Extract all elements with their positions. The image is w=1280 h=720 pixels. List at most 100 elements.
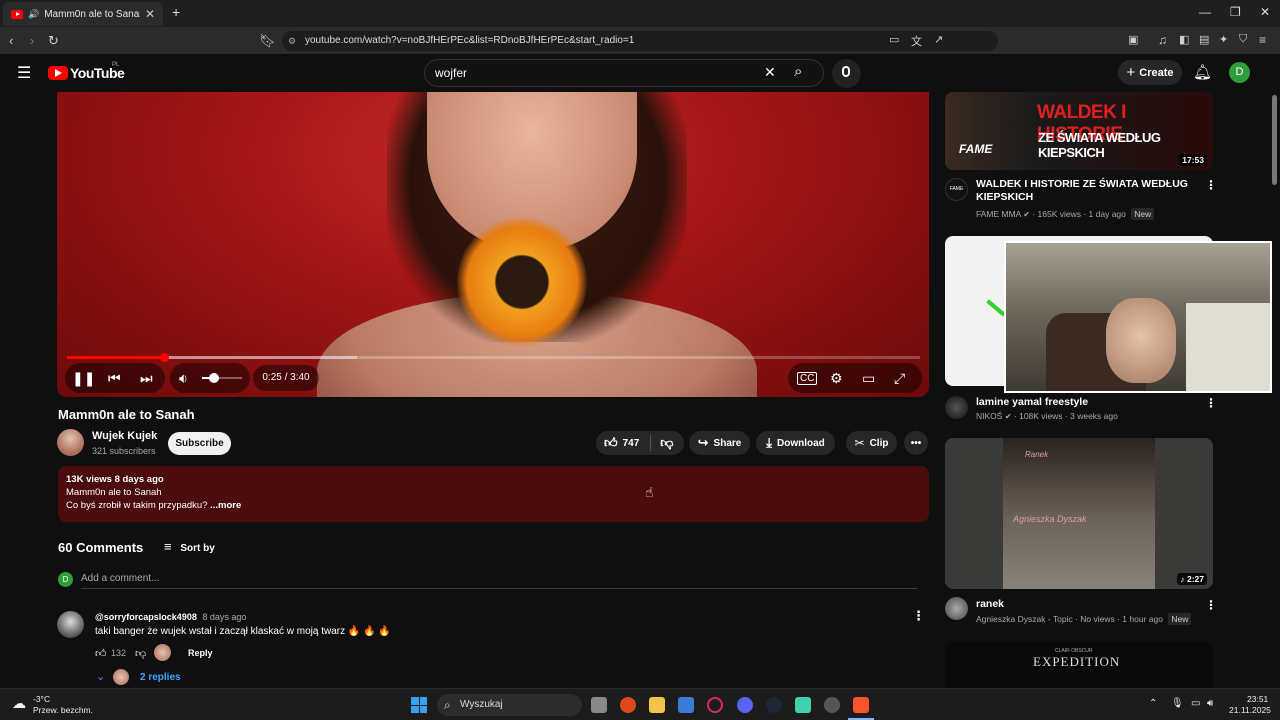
app-icon-teal[interactable] — [795, 697, 811, 713]
rec-channel[interactable]: NIKOŚ — [976, 411, 1002, 421]
back-icon[interactable]: ‹ — [9, 33, 13, 48]
task-view-icon[interactable] — [591, 697, 607, 713]
site-info-icon[interactable]: ⚙︎ — [288, 31, 296, 51]
volume-knob[interactable] — [209, 373, 219, 383]
reload-icon[interactable]: ↻ — [48, 33, 59, 49]
app-icon-orange[interactable] — [620, 697, 636, 713]
search-box[interactable]: wojfer ✕ ⌕ — [424, 59, 824, 87]
next-icon[interactable]: ⏭︎ — [140, 370, 153, 387]
rec-channel-avatar[interactable]: FAME — [945, 178, 968, 201]
volume-icon[interactable]: 🔉︎ — [179, 370, 188, 387]
minimize-icon[interactable]: — — [1199, 5, 1211, 19]
comment-kebab-icon[interactable]: ⋮ — [912, 608, 925, 624]
voice-search-button[interactable] — [832, 59, 861, 88]
like-count[interactable]: 747 — [623, 438, 640, 449]
scrubber-handle[interactable] — [160, 353, 170, 362]
steam-icon[interactable] — [766, 697, 782, 713]
music-icon[interactable]: ♫ — [1158, 33, 1167, 47]
comment-author-avatar[interactable] — [57, 611, 84, 638]
like-thumb-icon[interactable]: 👍︎ — [604, 435, 618, 451]
fullscreen-icon[interactable]: ⤢ — [894, 370, 905, 387]
tray-chevron-up-icon[interactable]: ⌃ — [1149, 698, 1157, 709]
app-icon-gray[interactable] — [824, 697, 840, 713]
taskbar-search[interactable]: ⌕ Wyszukaj — [437, 694, 582, 716]
captions-icon[interactable]: CC — [797, 372, 818, 385]
rec-kebab-icon[interactable]: ⋮ — [1205, 396, 1217, 410]
rec-title[interactable]: WALDEK I HISTORIE ZE ŚWIATA WEDŁUG KIEPS… — [976, 178, 1191, 204]
chevron-down-icon[interactable]: ⌄ — [96, 670, 105, 683]
rec-title[interactable]: lamine yamal freestyle — [976, 396, 1191, 409]
download-button[interactable]: ⤓ Download — [756, 431, 835, 455]
page-scrollbar[interactable] — [1272, 95, 1277, 185]
rec-channel[interactable]: Agnieszka Dyszak - Topic — [976, 614, 1073, 624]
hamburger-menu-icon[interactable]: ☰ — [17, 63, 31, 83]
replies-toggle[interactable]: 2 replies — [140, 672, 181, 683]
microphone-tray-icon[interactable]: 🎙︎ — [1171, 698, 1184, 709]
opera-gx-icon[interactable] — [707, 697, 723, 713]
description-more-link[interactable]: ...more — [210, 500, 241, 511]
share-page-icon[interactable]: ↗ — [934, 33, 943, 46]
store-icon[interactable] — [678, 697, 694, 713]
cast-icon[interactable]: ▭ — [889, 33, 899, 46]
speaker-tray-icon[interactable]: 🔊︎ — [1207, 698, 1213, 709]
comment-author-name[interactable]: @sorryforcapslock4908 — [95, 612, 197, 622]
channel-name[interactable]: Wujek Kujek — [92, 430, 157, 442]
speaker-icon[interactable]: 🔊 — [28, 9, 39, 20]
vpn-shield-icon[interactable]: ⛉ — [1239, 33, 1247, 46]
create-button[interactable]: + Create — [1118, 60, 1182, 85]
rec-thumbnail[interactable]: CLAIR OBSCUR EXPEDITION — [945, 641, 1213, 688]
notifications-bell-icon[interactable]: 🔔︎ — [1193, 63, 1212, 81]
restore-icon[interactable]: ❐ — [1230, 5, 1241, 19]
channel-avatar[interactable] — [57, 429, 84, 456]
brave-browser-icon[interactable] — [853, 697, 869, 713]
rec-channel[interactable]: FAME MMA — [976, 209, 1021, 219]
window-close-icon[interactable]: ✕ — [1260, 5, 1270, 19]
tab-close-icon[interactable]: ✕ — [145, 7, 155, 21]
search-input[interactable]: wojfer — [435, 60, 467, 86]
clip-button[interactable]: ✂ Clip — [846, 431, 897, 455]
network-icon[interactable]: ▭ — [1191, 698, 1200, 709]
clock-date[interactable]: 21.11.2025 — [1229, 705, 1271, 715]
dislike-thumb-icon[interactable]: 👎︎ — [660, 435, 673, 451]
pause-icon[interactable]: ❚❚ — [72, 370, 95, 387]
reply-button[interactable]: Reply — [188, 648, 213, 658]
weather-icon[interactable]: ☁︎ — [12, 695, 26, 712]
forward-icon[interactable]: › — [30, 33, 34, 48]
comment-dislike-icon[interactable]: 👎︎ — [135, 647, 146, 660]
comment-like-icon[interactable]: 👍︎ — [95, 647, 107, 660]
volume-slider[interactable] — [202, 373, 242, 383]
description-box[interactable]: 13K views 8 days ago Mamm0n ale to Sanah… — [58, 466, 929, 522]
comment-time[interactable]: 8 days ago — [202, 612, 246, 622]
theater-mode-icon[interactable]: ▭ — [862, 370, 875, 387]
rec-channel-avatar[interactable] — [945, 597, 968, 620]
settings-gear-icon[interactable]: ⚙︎ — [830, 370, 843, 387]
bookmark-icon[interactable]: 🔖︎ — [259, 33, 276, 49]
rec-thumbnail[interactable]: Ranek Agnieszka Dyszak ♪ 2:27 — [945, 438, 1213, 589]
search-icon[interactable]: ⌕ — [794, 63, 802, 80]
add-comment-input[interactable]: Add a comment... — [81, 573, 159, 584]
new-tab-plus-icon[interactable]: + — [172, 4, 180, 20]
leo-ai-icon[interactable]: ✦ — [1219, 33, 1228, 46]
clear-search-icon[interactable]: ✕ — [764, 64, 776, 81]
translate-icon[interactable]: 文 — [911, 33, 922, 49]
sort-by-button[interactable]: ≡ Sort by — [164, 539, 215, 554]
menu-icon[interactable]: ≡ — [1259, 33, 1266, 47]
rec-channel-avatar[interactable] — [945, 396, 968, 419]
account-avatar[interactable]: D — [1229, 62, 1250, 83]
previous-icon[interactable]: ⏮︎ — [108, 370, 121, 387]
progress-bar[interactable] — [67, 353, 920, 362]
discord-icon[interactable] — [737, 697, 753, 713]
sidebar-icon[interactable]: ◧ — [1179, 33, 1189, 46]
wallet-icon[interactable]: ▤ — [1199, 33, 1209, 46]
browser-tab[interactable]: 🔊 Mamm0n ale to Sanah - YouTube ✕ — [3, 2, 163, 26]
rec-kebab-icon[interactable]: ⋮ — [1205, 598, 1217, 612]
share-button[interactable]: ↪ Share — [689, 431, 750, 455]
rec-title[interactable]: ranek — [976, 598, 1191, 611]
file-explorer-icon[interactable] — [649, 697, 665, 713]
rec-kebab-icon[interactable]: ⋮ — [1205, 178, 1217, 192]
rec-thumbnail[interactable]: WALDEK I HISTORIE ZE ŚWIATA WEDŁUG KIEPS… — [945, 92, 1213, 170]
sidebar-panel-icon[interactable]: ▣ — [1128, 33, 1138, 46]
clock-time[interactable]: 23:51 — [1247, 694, 1268, 704]
more-actions-button[interactable]: ••• — [904, 431, 928, 455]
subscribe-button[interactable]: Subscribe — [168, 432, 231, 455]
